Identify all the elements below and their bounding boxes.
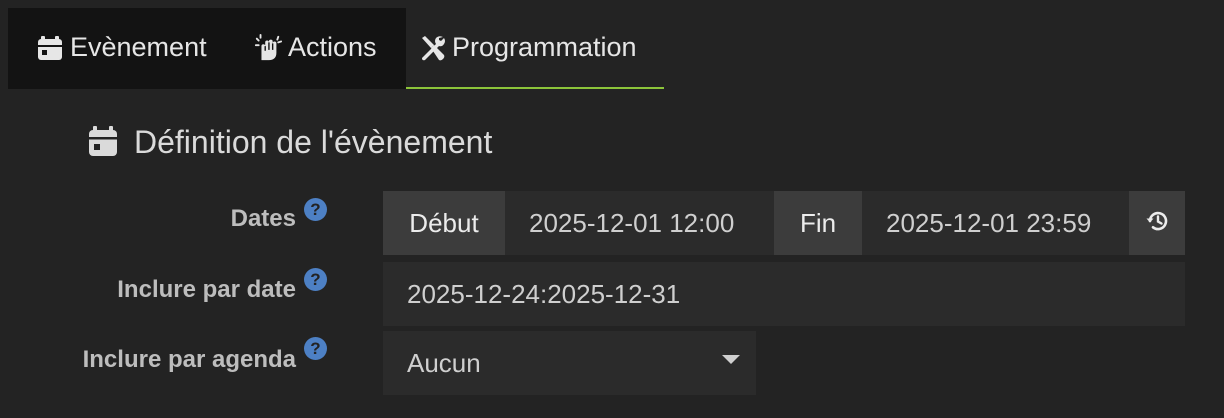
start-date-input[interactable]: 2025-12-01 12:00 [505, 191, 774, 255]
end-date-input[interactable]: 2025-12-01 23:59 [862, 191, 1129, 255]
end-addon: Fin [774, 191, 862, 255]
history-icon [1145, 209, 1169, 238]
include-date-group: 2025-12-24:2025-12-31 [383, 262, 1185, 326]
include-agenda-select[interactable]: Aucun [383, 331, 756, 395]
include-agenda-help-icon[interactable]: ? [304, 337, 327, 360]
include-agenda-value: Aucun [407, 347, 481, 378]
tab-label: Evènement [70, 32, 207, 62]
section-title: Définition de l'évènement [88, 120, 492, 164]
tab-label: Programmation [452, 32, 637, 62]
tab-actions[interactable]: Actions [238, 8, 406, 89]
tab-event[interactable]: Evènement [8, 8, 238, 89]
include-agenda-label: Inclure par agenda [82, 346, 296, 373]
tab-label: Actions [288, 32, 377, 62]
tab-bar: Evènement Actions Programmation [8, 8, 664, 91]
reset-dates-button[interactable] [1129, 191, 1185, 255]
dates-input-group: Début 2025-12-01 12:00 Fin 2025-12-01 23… [383, 191, 1185, 255]
include-date-label: Inclure par date [117, 276, 296, 303]
tab-programmation[interactable]: Programmation [406, 8, 664, 89]
dates-label: Dates [230, 205, 296, 232]
include-date-input[interactable]: 2025-12-24:2025-12-31 [383, 262, 1185, 326]
tools-icon [418, 34, 446, 62]
start-addon: Début [383, 191, 505, 255]
dates-help-icon[interactable]: ? [304, 198, 327, 221]
calendar-icon [36, 34, 64, 62]
caret-down-icon [722, 355, 740, 364]
hand-sparkle-icon [254, 33, 282, 62]
section-title-text: Définition de l'évènement [134, 123, 493, 160]
include-date-help-icon[interactable]: ? [304, 268, 327, 291]
calendar-icon [88, 125, 120, 159]
